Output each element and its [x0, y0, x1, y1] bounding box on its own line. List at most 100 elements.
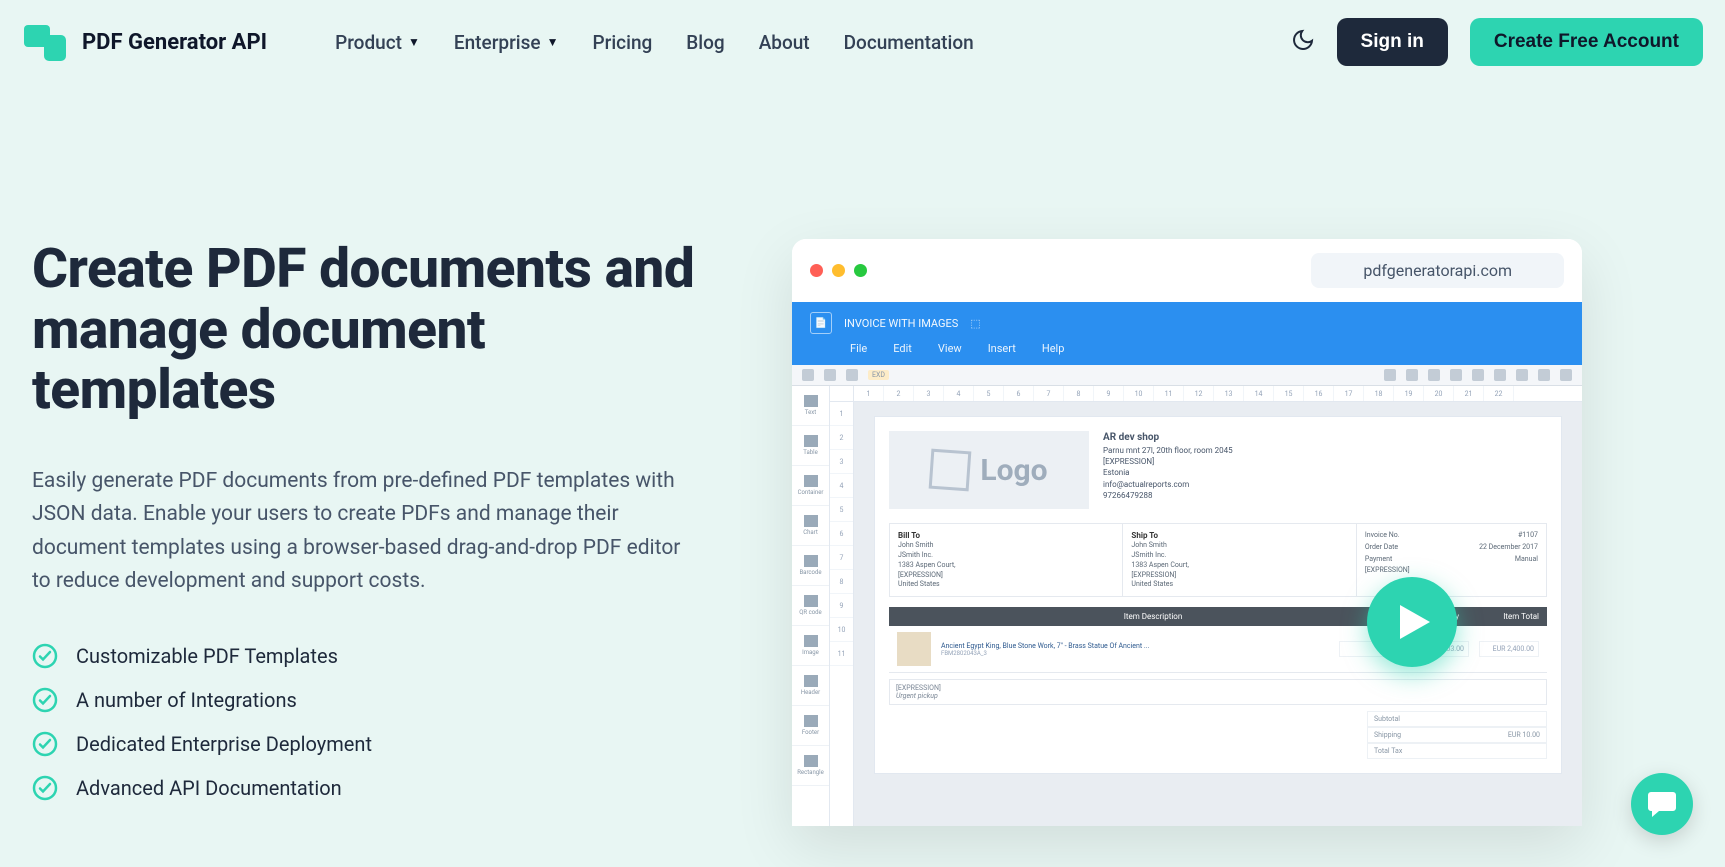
toolbar-icon[interactable] — [846, 369, 858, 381]
footer-icon — [804, 715, 818, 727]
editor-toolbar: EXD — [792, 365, 1582, 386]
document-title: INVOICE WITH IMAGES — [844, 317, 958, 330]
menu-file[interactable]: File — [850, 342, 867, 355]
tool-text[interactable]: Text — [792, 386, 829, 426]
toolbar-icon[interactable] — [1538, 369, 1550, 381]
chart-icon — [804, 515, 818, 527]
feature-item: A number of Integrations — [32, 687, 732, 713]
nav-product[interactable]: Product ▼ — [335, 31, 420, 54]
container-icon — [804, 475, 818, 487]
play-video-button[interactable] — [1367, 577, 1457, 667]
tool-header[interactable]: Header — [792, 666, 829, 706]
tool-table[interactable]: Table — [792, 426, 829, 466]
browser-window: pdfgeneratorapi.com 📄 INVOICE WITH IMAGE… — [792, 239, 1582, 826]
row-number: 9 — [830, 594, 853, 618]
toolbar-icon[interactable] — [1472, 369, 1484, 381]
site-header: PDF Generator API Product ▼ Enterprise ▼… — [0, 0, 1725, 84]
invoice-header: Logo AR dev shop Parnu mnt 27l, 20th flo… — [889, 431, 1547, 509]
main-nav: Product ▼ Enterprise ▼ Pricing Blog Abou… — [335, 31, 974, 54]
editor-canvas[interactable]: 12345678910111213141516171819202122 Logo… — [854, 386, 1582, 826]
menu-insert[interactable]: Insert — [988, 342, 1016, 355]
row-number: 6 — [830, 522, 853, 546]
nav-product-label: Product — [335, 31, 402, 54]
item-total: EUR 2,400.00 — [1479, 641, 1539, 657]
tool-rectangle[interactable]: Rectangle — [792, 746, 829, 786]
play-icon — [1400, 605, 1430, 639]
row-number: 3 — [830, 450, 853, 474]
check-circle-icon — [32, 643, 58, 669]
toolbar-icon[interactable] — [1516, 369, 1528, 381]
traffic-lights — [810, 264, 867, 277]
menu-help[interactable]: Help — [1042, 342, 1065, 355]
text-icon — [804, 395, 818, 407]
toolbar-icon[interactable] — [1494, 369, 1506, 381]
toolbar-icon[interactable] — [1450, 369, 1462, 381]
maximize-window-icon — [854, 264, 867, 277]
browser-chrome: pdfgeneratorapi.com — [792, 239, 1582, 302]
row-number: 2 — [830, 426, 853, 450]
brand-name: PDF Generator API — [82, 30, 267, 55]
nav-blog[interactable]: Blog — [686, 31, 724, 54]
tool-container[interactable]: Container — [792, 466, 829, 506]
row-number: 1 — [830, 402, 853, 426]
signin-button[interactable]: Sign in — [1337, 18, 1448, 66]
toolbar-icon[interactable] — [1428, 369, 1440, 381]
row-number: 8 — [830, 570, 853, 594]
hero-title: Create PDF documents and manage document… — [32, 239, 732, 421]
row-number: 5 — [830, 498, 853, 522]
feature-item: Customizable PDF Templates — [32, 643, 732, 669]
menu-edit[interactable]: Edit — [893, 342, 912, 355]
feature-item: Dedicated Enterprise Deployment — [32, 731, 732, 757]
row-number: 7 — [830, 546, 853, 570]
billing-section: Bill To John Smith JSmith Inc. 1383 Aspe… — [889, 523, 1547, 597]
row-number: 10 — [830, 618, 853, 642]
moon-icon — [1291, 28, 1315, 52]
menu-view[interactable]: View — [938, 342, 962, 355]
brand-wrap[interactable]: PDF Generator API — [22, 21, 267, 63]
tool-barcode[interactable]: Barcode — [792, 546, 829, 586]
tool-palette: Text Table Container Chart Barcode QR co… — [792, 386, 830, 826]
feature-list: Customizable PDF Templates A number of I… — [32, 643, 732, 801]
table-icon — [804, 435, 818, 447]
horizontal-ruler: 12345678910111213141516171819202122 — [854, 386, 1582, 402]
item-name: Ancient Egypt King, Blue Stone Work, 7" … — [941, 642, 1339, 650]
row-number: 4 — [830, 474, 853, 498]
hero-section: Create PDF documents and manage document… — [0, 84, 1725, 826]
template-page: Logo AR dev shop Parnu mnt 27l, 20th flo… — [874, 416, 1562, 774]
nav-docs[interactable]: Documentation — [844, 31, 974, 54]
address-bar: pdfgeneratorapi.com — [1311, 253, 1564, 288]
tool-qrcode[interactable]: QR code — [792, 586, 829, 626]
toolbar-icon[interactable] — [1406, 369, 1418, 381]
chevron-down-icon: ▼ — [547, 35, 559, 49]
chat-button[interactable] — [1631, 773, 1693, 835]
hero-description: Easily generate PDF documents from pre-d… — [32, 465, 692, 599]
logo-icon — [22, 21, 68, 63]
toolbar-icon[interactable] — [1560, 369, 1572, 381]
create-account-button[interactable]: Create Free Account — [1470, 18, 1703, 66]
toolbar-icon[interactable] — [824, 369, 836, 381]
feature-label: Customizable PDF Templates — [76, 644, 338, 668]
chat-icon — [1647, 790, 1677, 818]
tool-chart[interactable]: Chart — [792, 506, 829, 546]
tool-image[interactable]: Image — [792, 626, 829, 666]
notes-field: [EXPRESSION] Urgent pickup — [889, 679, 1547, 705]
tool-footer[interactable]: Footer — [792, 706, 829, 746]
nav-pricing[interactable]: Pricing — [593, 31, 653, 54]
row-gutter: 1 2 3 4 5 6 7 8 9 10 11 — [830, 386, 854, 826]
header-right: Sign in Create Free Account — [1291, 18, 1703, 66]
qrcode-icon — [804, 595, 818, 607]
chevron-down-icon: ▼ — [408, 35, 420, 49]
toolbar-icon[interactable] — [802, 369, 814, 381]
theme-toggle[interactable] — [1291, 28, 1315, 56]
nav-about[interactable]: About — [759, 31, 810, 54]
toolbar-icon[interactable] — [1384, 369, 1396, 381]
nav-enterprise[interactable]: Enterprise ▼ — [454, 31, 559, 54]
product-screenshot: pdfgeneratorapi.com 📄 INVOICE WITH IMAGE… — [792, 239, 1582, 826]
feature-label: Advanced API Documentation — [76, 776, 342, 800]
hero-left: Create PDF documents and manage document… — [32, 239, 732, 826]
image-icon — [804, 635, 818, 647]
menu-bar: File Edit View Insert Help — [850, 342, 1564, 355]
item-sku: FBM2802043A_3 — [941, 650, 1339, 657]
minimize-window-icon — [832, 264, 845, 277]
feature-item: Advanced API Documentation — [32, 775, 732, 801]
